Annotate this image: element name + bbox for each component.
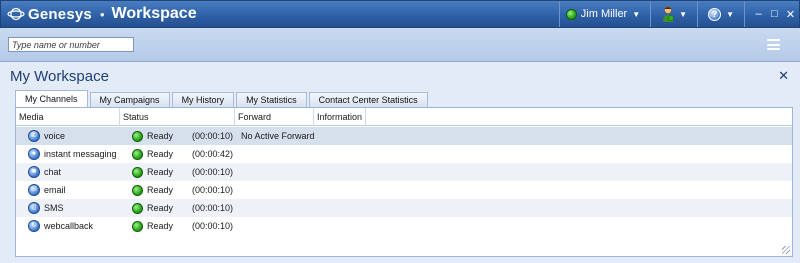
status-duration: (00:00:10) bbox=[192, 203, 234, 213]
resize-grip[interactable] bbox=[782, 246, 790, 254]
status-cell: Ready bbox=[132, 199, 173, 217]
channels-table: Media Status Forward Information ✆ voice… bbox=[15, 107, 793, 257]
media-cell: ✆ voice bbox=[28, 127, 65, 145]
status-ready-icon bbox=[132, 202, 143, 214]
status-cell: Ready bbox=[132, 127, 173, 145]
workspace-tabs: My Channels My Campaigns My History My S… bbox=[15, 90, 430, 107]
workspace-panel: My Workspace ✕ My Channels My Campaigns … bbox=[0, 62, 800, 263]
media-name: instant messaging bbox=[44, 149, 117, 159]
chat-icon: ■ bbox=[28, 166, 40, 178]
status-duration: (00:00:10) bbox=[192, 131, 234, 141]
agent-icon bbox=[663, 6, 675, 22]
media-cell: ▯ SMS bbox=[28, 199, 64, 217]
user-name: Jim Miller bbox=[580, 8, 628, 20]
column-header-forward[interactable]: Forward bbox=[235, 108, 314, 126]
main-menu-icon[interactable] bbox=[767, 39, 780, 50]
media-cell: ✉ email bbox=[28, 181, 66, 199]
status-text: Ready bbox=[147, 185, 174, 195]
status-cell: Ready bbox=[132, 163, 173, 181]
media-cell: ■ chat bbox=[28, 163, 61, 181]
brand-separator: • bbox=[99, 6, 105, 22]
help-icon: ? bbox=[708, 7, 722, 21]
status-ready-icon bbox=[132, 184, 143, 196]
status-ready-icon bbox=[132, 130, 143, 142]
genesys-logo-icon bbox=[7, 7, 25, 21]
status-text: Ready bbox=[147, 167, 174, 177]
brand-name: Genesys bbox=[28, 5, 92, 23]
sms-icon: ▯ bbox=[28, 202, 40, 214]
brand: Genesys • Workspace bbox=[7, 5, 197, 23]
status-text: Ready bbox=[147, 221, 174, 231]
table-row[interactable]: ↻ webcallback Ready (00:00:10) bbox=[16, 217, 792, 235]
phone-icon: ✆ bbox=[28, 130, 40, 142]
table-row[interactable]: ▯ SMS Ready (00:00:10) bbox=[16, 199, 792, 217]
status-ready-icon bbox=[132, 166, 143, 178]
close-workspace-button[interactable]: ✕ bbox=[778, 68, 789, 84]
table-header: Media Status Forward Information bbox=[16, 108, 792, 126]
user-menu[interactable]: Jim Miller ▼ bbox=[560, 1, 650, 27]
status-duration: (00:00:10) bbox=[192, 167, 234, 177]
tab-my-campaigns[interactable]: My Campaigns bbox=[89, 92, 170, 107]
column-header-media[interactable]: Media bbox=[16, 108, 120, 126]
minimize-button[interactable]: – bbox=[751, 8, 766, 20]
app-name: Workspace bbox=[111, 5, 197, 22]
title-bar-controls: Jim Miller ▼ ▼ ? ▼ – □ ✕ bbox=[558, 1, 799, 27]
media-name: chat bbox=[44, 167, 62, 177]
page-title: My Workspace bbox=[10, 68, 109, 85]
media-cell: ● instant messaging bbox=[28, 145, 117, 163]
media-name: email bbox=[44, 185, 66, 195]
forward-text: No Active Forward bbox=[241, 131, 315, 141]
status-cell: Ready bbox=[132, 145, 173, 163]
table-row[interactable]: ● instant messaging Ready (00:00:42) bbox=[16, 145, 792, 163]
help-menu[interactable]: ? ▼ bbox=[698, 1, 744, 27]
column-header-information[interactable]: Information bbox=[314, 108, 366, 126]
title-bar: Genesys • Workspace Jim Miller ▼ ▼ ? ▼ –… bbox=[0, 0, 800, 28]
email-icon: ✉ bbox=[28, 184, 40, 196]
chevron-down-icon: ▼ bbox=[726, 9, 734, 19]
tab-contact-center-statistics[interactable]: Contact Center Statistics bbox=[308, 92, 428, 107]
agent-menu[interactable]: ▼ bbox=[651, 1, 697, 27]
status-ready-icon bbox=[565, 8, 577, 20]
status-ready-icon bbox=[132, 220, 143, 232]
status-text: Ready bbox=[147, 203, 174, 213]
status-cell: Ready bbox=[132, 217, 173, 235]
table-row[interactable]: ✉ email Ready (00:00:10) bbox=[16, 181, 792, 199]
media-name: SMS bbox=[44, 203, 64, 213]
media-cell: ↻ webcallback bbox=[28, 217, 93, 235]
search-bar bbox=[0, 28, 800, 62]
tab-my-channels[interactable]: My Channels bbox=[15, 90, 88, 107]
status-cell: Ready bbox=[132, 181, 173, 199]
media-name: webcallback bbox=[44, 221, 94, 231]
table-row[interactable]: ✆ voice Ready (00:00:10) No Active Forwa… bbox=[16, 127, 792, 145]
status-duration: (00:00:10) bbox=[192, 221, 234, 231]
chat-bubble-icon: ● bbox=[28, 148, 40, 160]
maximize-button[interactable]: □ bbox=[767, 8, 782, 20]
chevron-down-icon: ▼ bbox=[679, 9, 688, 19]
table-row[interactable]: ■ chat Ready (00:00:10) bbox=[16, 163, 792, 181]
window-controls: – □ ✕ bbox=[745, 1, 799, 27]
tab-my-statistics[interactable]: My Statistics bbox=[236, 92, 307, 107]
media-name: voice bbox=[44, 131, 66, 141]
search-input[interactable] bbox=[8, 37, 134, 52]
close-window-button[interactable]: ✕ bbox=[783, 8, 798, 21]
tab-my-history[interactable]: My History bbox=[171, 92, 235, 107]
chevron-down-icon: ▼ bbox=[632, 9, 641, 19]
column-header-status[interactable]: Status bbox=[120, 108, 235, 126]
status-duration: (00:00:10) bbox=[192, 185, 234, 195]
webcallback-icon: ↻ bbox=[28, 220, 40, 232]
status-text: Ready bbox=[147, 131, 174, 141]
status-ready-icon bbox=[132, 148, 143, 160]
status-text: Ready bbox=[147, 149, 174, 159]
status-duration: (00:00:42) bbox=[192, 149, 234, 159]
